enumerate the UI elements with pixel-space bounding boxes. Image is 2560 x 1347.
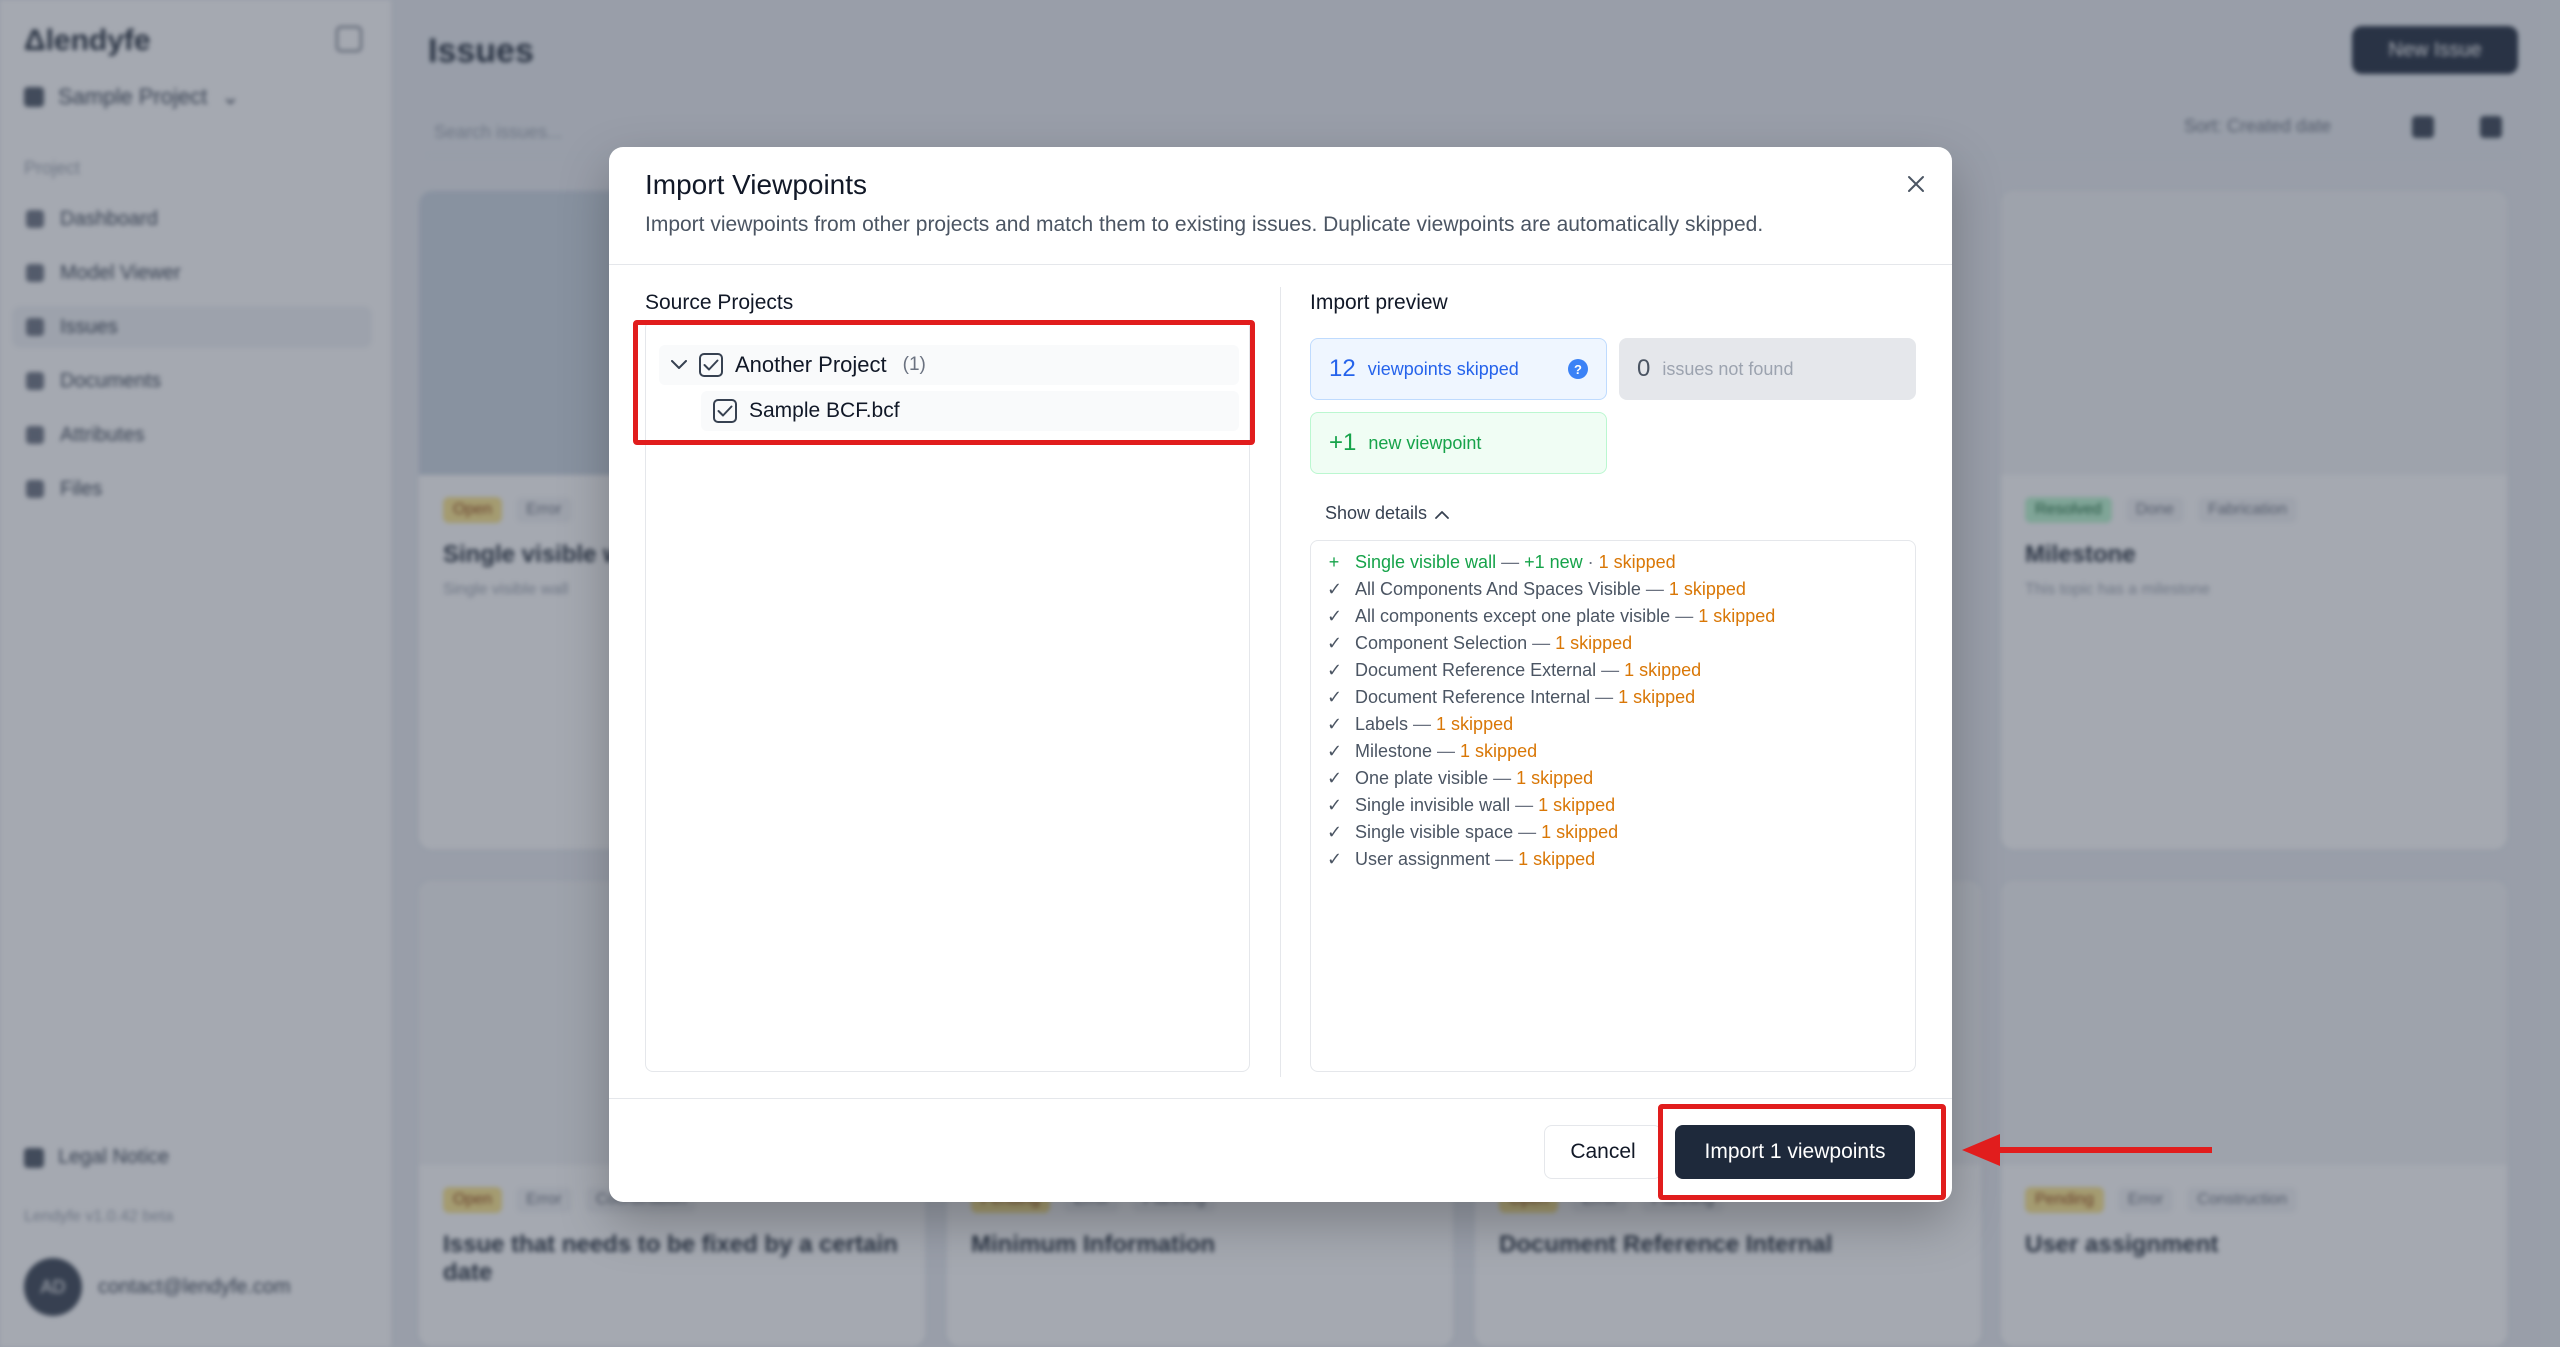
check-icon: ✓	[1327, 606, 1343, 626]
import-details-list: + Single visible wall — +1 new · 1 skipped ✓ Al…	[1310, 540, 1916, 1072]
check-icon: ✓	[1327, 633, 1343, 653]
source-projects-label: Source Projects	[645, 291, 794, 314]
detail-row: ✓ Component Selection —1 skipped	[1327, 630, 1915, 657]
detail-issue-name: Labels	[1355, 714, 1409, 734]
detail-skipped-count: 1 skipped	[1516, 768, 1594, 788]
check-icon: ✓	[1327, 768, 1343, 788]
annotation-arrow-icon	[1962, 1134, 2212, 1166]
new-label: new viewpoint	[1368, 432, 1482, 453]
detail-row: ✓ Single visible space —1 skipped	[1327, 819, 1915, 846]
detail-separator: —	[1518, 822, 1537, 842]
show-details-toggle[interactable]: Show details	[1325, 503, 1449, 524]
show-details-label: Show details	[1325, 503, 1428, 523]
detail-skipped-count: 1 skipped	[1538, 795, 1616, 815]
detail-separator: —	[1437, 741, 1456, 761]
check-icon: ✓	[1327, 741, 1343, 761]
detail-skipped-count: 1 skipped	[1460, 741, 1538, 761]
detail-skipped-count: 1 skipped	[1598, 552, 1676, 572]
detail-separator: —	[1532, 633, 1551, 653]
check-icon: ✓	[1327, 579, 1343, 599]
detail-separator: —	[1515, 795, 1534, 815]
detail-issue-name: User assignment	[1355, 849, 1491, 869]
detail-row: ✓ Milestone —1 skipped	[1327, 738, 1915, 765]
dialog-title: Import Viewpoints	[645, 169, 868, 200]
detail-separator: —	[1501, 552, 1520, 572]
detail-separator: —	[1495, 849, 1514, 869]
not-found-count: 0	[1637, 355, 1651, 382]
detail-skipped-count: 1 skipped	[1698, 606, 1776, 626]
chevron-up-icon	[1435, 503, 1449, 524]
detail-separator: —	[1595, 687, 1614, 707]
detail-separator: —	[1493, 768, 1512, 788]
detail-issue-name: Single invisible wall	[1355, 795, 1511, 815]
dialog-description: Import viewpoints from other projects an…	[645, 213, 1764, 236]
import-viewpoints-dialog: Import Viewpoints Import viewpoints from…	[609, 147, 1952, 1202]
check-icon: ✓	[1327, 714, 1343, 734]
detail-row: ✓ User assignment —1 skipped	[1327, 846, 1915, 873]
close-icon[interactable]	[1899, 167, 1933, 201]
detail-skipped-count: 1 skipped	[1618, 687, 1696, 707]
skipped-count: 12	[1329, 355, 1356, 382]
check-icon: ✓	[1327, 795, 1343, 815]
detail-row: ✓ Single invisible wall —1 skipped	[1327, 792, 1915, 819]
detail-skipped-count: 1 skipped	[1518, 849, 1596, 869]
import-preview-label: Import preview	[1310, 291, 1448, 314]
check-icon: ✓	[1327, 822, 1343, 842]
detail-skipped-count: 1 skipped	[1555, 633, 1633, 653]
new-viewpoint-stat: +1 new viewpoint	[1310, 412, 1607, 474]
detail-issue-name: Document Reference External	[1355, 660, 1597, 680]
detail-row: ✓ All Components And Spaces Visible —1 ski…	[1327, 576, 1915, 603]
issues-not-found-stat: 0 issues not found	[1619, 338, 1916, 400]
detail-issue-name: Single visible space	[1355, 822, 1514, 842]
not-found-label: issues not found	[1662, 358, 1794, 379]
detail-skipped-count: 1 skipped	[1541, 822, 1619, 842]
divider	[609, 1098, 1952, 1099]
detail-separator: —	[1413, 714, 1432, 734]
help-icon[interactable]: ?	[1568, 359, 1588, 379]
divider	[609, 264, 1952, 265]
detail-issue-name: All components except one plate visible	[1355, 606, 1671, 626]
detail-new-count: +1 new	[1524, 552, 1583, 572]
detail-skipped-count: 1 skipped	[1436, 714, 1514, 734]
detail-row: ✓ Labels —1 skipped	[1327, 711, 1915, 738]
check-icon: ✓	[1327, 687, 1343, 707]
detail-row: ✓ Document Reference Internal —1 skipped	[1327, 684, 1915, 711]
skipped-label: viewpoints skipped	[1367, 358, 1519, 379]
detail-row: ✓ All components except one plate visible…	[1327, 603, 1915, 630]
detail-skipped-count: 1 skipped	[1624, 660, 1702, 680]
check-icon: ✓	[1327, 660, 1343, 680]
detail-issue-name: One plate visible	[1355, 768, 1489, 788]
detail-issue-name: Milestone	[1355, 741, 1433, 761]
detail-row: + Single visible wall — +1 new · 1 skipped	[1327, 549, 1915, 576]
detail-issue-name: Component Selection	[1355, 633, 1528, 653]
detail-issue-name: Document Reference Internal	[1355, 687, 1591, 707]
check-icon: ✓	[1327, 849, 1343, 869]
detail-separator: —	[1645, 579, 1664, 599]
detail-separator: —	[1601, 660, 1620, 680]
detail-skipped-count: 1 skipped	[1668, 579, 1746, 599]
detail-issue-name: All Components And Spaces Visible	[1355, 579, 1641, 599]
detail-separator: —	[1675, 606, 1694, 626]
viewpoints-skipped-stat: 12 viewpoints skipped ?	[1310, 338, 1607, 400]
detail-issue-name: Single visible wall	[1355, 552, 1497, 572]
detail-row: ✓ Document Reference External —1 skipped	[1327, 657, 1915, 684]
detail-separator: ·	[1587, 552, 1594, 572]
plus-icon: +	[1328, 552, 1340, 572]
highlight-box-import-button	[1658, 1104, 1946, 1200]
cancel-button[interactable]: Cancel	[1544, 1125, 1662, 1179]
highlight-box-source-selection	[633, 320, 1255, 445]
new-count: +1	[1329, 429, 1357, 456]
detail-row: ✓ One plate visible —1 skipped	[1327, 765, 1915, 792]
divider	[1280, 287, 1281, 1077]
